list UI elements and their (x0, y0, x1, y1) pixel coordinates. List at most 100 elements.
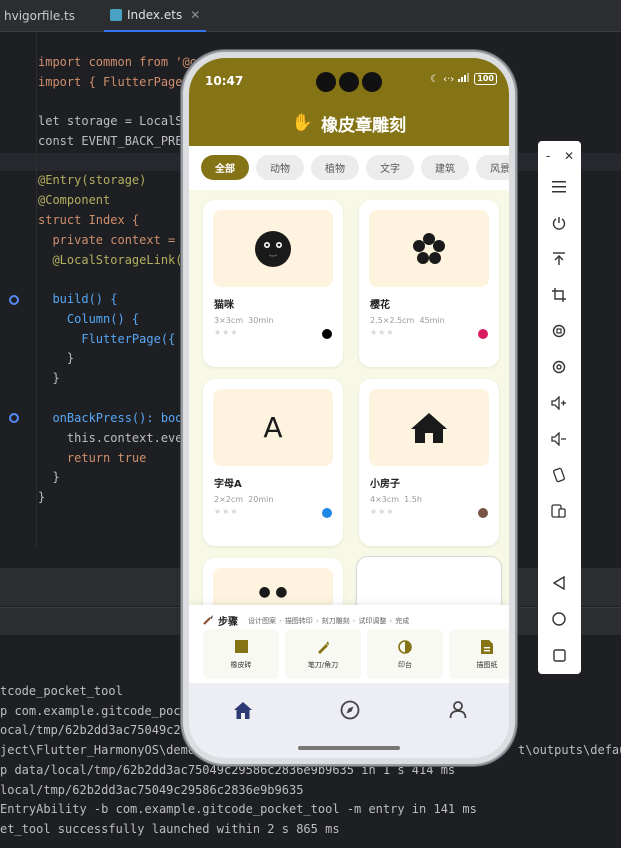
nav-discover[interactable] (337, 697, 363, 723)
step-item: 完成 (395, 616, 410, 625)
card-image: ● ● (213, 568, 333, 605)
log-line: tcode_pocket_tool (0, 684, 123, 698)
tab-index-ets[interactable]: Index.ets ✕ (104, 0, 207, 32)
filter-chip-scenery[interactable]: 风景 (476, 155, 509, 180)
filter-chip-text[interactable]: 文字 (366, 155, 414, 180)
code-line: import common from '@o (38, 55, 197, 69)
code-line: build() { (38, 292, 118, 306)
code-line: Column() { (38, 312, 140, 326)
step-item: 刻刀雕刻 (321, 616, 350, 625)
device-rotate-icon[interactable] (549, 465, 569, 485)
steps-panel: 步骤 设计图案 › 描图转印 › 刻刀雕刻 › 试印调整 › 完成 橡皮砖 笔刀/角刀 (189, 605, 509, 683)
difficulty-stars: ★★★ (370, 328, 395, 337)
category-filter-bar[interactable]: 全部 动物 植物 文字 建筑 风景 (189, 146, 509, 190)
emulator-toolbar: - ✕ (538, 141, 581, 674)
camera-cutout (316, 72, 336, 92)
log-line: EntryAbility -b com.example.gitcode_pock… (0, 802, 477, 816)
step-item: 描图转印 (284, 616, 313, 625)
card-title: 樱花 (370, 300, 390, 311)
card-title: 小房子 (370, 479, 400, 490)
design-card-partial[interactable] (356, 556, 502, 605)
tool-card-eraser[interactable]: 橡皮砖 (203, 629, 279, 679)
status-time: 10:47 (205, 74, 244, 88)
step-item: 试印调整 (358, 616, 387, 625)
editor-tab-bar: hvigorfile.ts Index.ets ✕ (0, 0, 621, 32)
filter-chip-architecture[interactable]: 建筑 (421, 155, 469, 180)
code-line: private context = (38, 233, 183, 247)
home-indicator[interactable] (298, 746, 400, 750)
recent-square-icon[interactable] (549, 645, 569, 665)
design-card-house[interactable]: 小房子 4×3cm 1.5h ★★★ (359, 379, 499, 546)
person-icon (449, 701, 467, 719)
volume-up-icon[interactable] (549, 393, 569, 413)
tool-card-tracing-paper[interactable]: 描图纸 (449, 629, 509, 679)
ink-pad-icon (397, 639, 413, 655)
home-circle-icon[interactable] (549, 609, 569, 629)
minimize-button[interactable]: - (546, 149, 550, 163)
status-icons: ☾ ‹·› 100 (430, 73, 497, 85)
status-bar: 10:47 ☾ ‹·› 100 (189, 58, 509, 100)
override-marker-icon[interactable] (9, 295, 19, 305)
code-line: @Component (38, 193, 111, 207)
override-marker-icon[interactable] (9, 413, 19, 423)
code-line: @LocalStorageLink(' (38, 253, 190, 267)
tool-card-pen-knife[interactable]: 笔刀/角刀 (285, 629, 361, 679)
tracing-paper-icon (479, 639, 495, 655)
nav-home[interactable] (230, 697, 256, 723)
battery-icon: 100 (474, 73, 497, 85)
raised-hand-icon: ✋ (291, 113, 314, 133)
card-title: 猫咪 (214, 300, 234, 311)
difficulty-stars: ★★★ (370, 507, 395, 516)
tool-label: 印台 (398, 660, 412, 669)
code-line: } (38, 490, 46, 504)
log-line: local/tmp/62b2dd3ac75049c29586c2836e9b96… (0, 783, 304, 797)
house-icon (411, 412, 447, 443)
tool-card-ink-pad[interactable]: 印台 (367, 629, 443, 679)
back-icon[interactable] (549, 573, 569, 593)
step-item: 设计图案 (248, 616, 276, 625)
app-title-bar: ✋ 橡皮章雕刻 (189, 100, 509, 146)
pen-knife-icon (315, 639, 331, 655)
menu-icon[interactable] (549, 177, 569, 197)
code-line: } (38, 351, 75, 365)
crop-icon[interactable] (549, 285, 569, 305)
pin-top-icon[interactable] (549, 249, 569, 269)
close-button[interactable]: ✕ (564, 149, 574, 163)
card-meta: 4×3cm 1.5h (370, 495, 422, 504)
code-line: onBackPress(): boo (38, 411, 183, 425)
code-line: return true (38, 451, 147, 465)
camera-cutout (362, 72, 382, 92)
app-title: 橡皮章雕刻 (321, 115, 407, 136)
gutter-divider (36, 33, 37, 548)
partial-design-icon: ● ● (258, 584, 288, 600)
nav-profile[interactable] (445, 697, 471, 723)
design-card-sakura[interactable]: 樱花 2.5×2.5cm 45min ★★★ (359, 200, 499, 367)
filter-chip-animals[interactable]: 动物 (256, 155, 304, 180)
steps-header: 步骤 设计图案 › 描图转印 › 刻刀雕刻 › 试印调整 › 完成 (203, 613, 409, 628)
at-icon[interactable] (549, 357, 569, 377)
filter-chip-plants[interactable]: 植物 (311, 155, 359, 180)
close-tab-icon[interactable]: ✕ (190, 8, 200, 22)
volume-down-icon[interactable] (549, 429, 569, 449)
rotate-icon[interactable] (549, 321, 569, 341)
signal-icon (458, 73, 470, 85)
design-card-partial[interactable]: ● ● (203, 558, 343, 605)
power-icon[interactable] (549, 213, 569, 233)
difficulty-stars: ★★★ (214, 328, 239, 337)
code-line: import { FlutterPage (38, 75, 183, 89)
card-image (369, 210, 489, 287)
difficulty-stars: ★★★ (214, 507, 239, 516)
design-card-cat[interactable]: 猫咪 3×3cm 30min ★★★ (203, 200, 343, 367)
phone-screen: 10:47 ☾ ‹·› 100 ✋ 橡皮章雕刻 全部 动物 植物 文字 建筑 风… (189, 58, 509, 758)
card-image: A (213, 389, 333, 466)
carving-knife-icon (203, 614, 214, 627)
log-line-fragment: t\outputs\defaul (518, 743, 621, 757)
steps-title: 步骤 (218, 617, 238, 628)
multi-device-icon[interactable] (549, 501, 569, 521)
tab-label: hvigorfile.ts (4, 9, 75, 23)
tab-hvigorfile[interactable]: hvigorfile.ts (0, 0, 75, 32)
filter-chip-all[interactable]: 全部 (201, 155, 249, 180)
design-card-letter-a[interactable]: A 字母A 2×2cm 20min ★★★ (203, 379, 343, 546)
log-line: ject\Flutter_HarmonyOS\demo (0, 743, 196, 757)
design-grid[interactable]: 猫咪 3×3cm 30min ★★★ 樱花 2.5×2.5cm 45min ★★… (189, 190, 509, 605)
